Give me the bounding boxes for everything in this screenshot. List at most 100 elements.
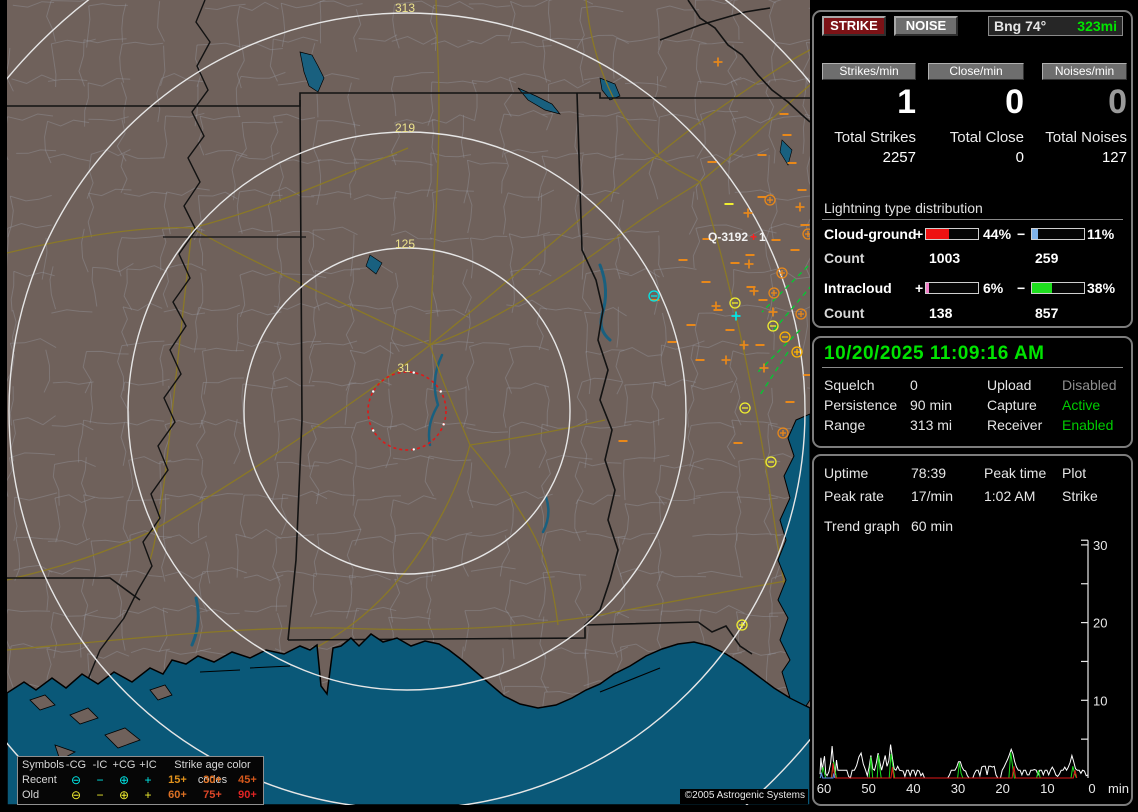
ring-label-31: 31 — [397, 361, 411, 375]
ring-dot — [372, 390, 375, 393]
nexstorm-window: 313 219 125 31 Q-3192 +1 Symbols -CG -IC … — [0, 0, 1138, 812]
ring-dot — [372, 429, 375, 432]
intracloud-count-row: Count 138 857 — [814, 305, 1131, 321]
y-tick-label: 20 — [1093, 616, 1107, 631]
x-tick-label: 10 — [1040, 781, 1054, 796]
y-tick-label: 10 — [1093, 693, 1107, 708]
cg-plus-percent: 44% — [983, 226, 1012, 242]
strikes-per-min-button[interactable]: Strikes/min — [822, 63, 916, 80]
status-panel: 10/20/2025 11:09:16 AM Squelch 0 Upload … — [812, 336, 1133, 448]
plus-icon: + — [144, 773, 152, 787]
noises-per-min-column: Noises/min 0 Total Noises 127 — [1042, 63, 1127, 166]
trend-series-strike-rate-neg-ic — [819, 752, 1077, 779]
close-per-min-column: Close/min 0 Total Close 0 — [928, 63, 1024, 166]
noises-per-min-value: 0 — [1108, 83, 1127, 121]
squelch-value: 0 — [910, 377, 918, 393]
close-per-min-button[interactable]: Close/min — [928, 63, 1024, 80]
minus-sign: − — [1017, 226, 1026, 242]
legend-recent-row: Recent ⊖ − ⊕ + 15+ 30+ 45+ — [18, 773, 263, 788]
minus-sign: − — [1017, 280, 1026, 296]
total-strikes-label: Total Strikes — [834, 129, 916, 146]
ic-minus-count: 857 — [1035, 305, 1059, 321]
ic-plus-percent: 6% — [983, 280, 1004, 296]
total-noises-value: 127 — [1101, 149, 1127, 166]
receiver-value: Enabled — [1062, 417, 1114, 433]
datetime-display: 10/20/2025 11:09:16 AM — [824, 343, 1045, 364]
intracloud-label: Intracloud — [824, 280, 892, 296]
cg-plus-count: 1003 — [929, 250, 961, 266]
plus-sign: + — [915, 280, 924, 296]
squelch-label: Squelch — [824, 377, 875, 393]
strike-counter-panel: STRIKE NOISE Bng 74° 323mi Strikes/min 1… — [812, 10, 1133, 328]
age-30: 30+ — [203, 774, 222, 786]
ic-plus-count: 138 — [929, 305, 953, 321]
noises-per-min-button[interactable]: Noises/min — [1042, 63, 1127, 80]
range-value: 323mi — [1077, 18, 1117, 34]
age-90: 90+ — [238, 789, 257, 801]
circle-minus-icon: ⊖ — [70, 788, 82, 802]
cg-plus-bar — [925, 228, 979, 240]
capture-value: Active — [1062, 397, 1101, 413]
legend-header-row: Symbols -CG -IC +CG +IC Strike age color… — [18, 758, 263, 786]
x-tick-label: 20 — [995, 781, 1009, 796]
strikes-per-min-column: Strikes/min 1 Total Strikes 2257 — [822, 63, 916, 166]
age-45: 45+ — [238, 774, 257, 786]
range-label: Range — [824, 417, 866, 433]
circle-minus-icon: ⊖ — [70, 773, 82, 787]
minus-icon: − — [96, 773, 104, 787]
bearing-value: Bng 74° — [994, 18, 1047, 34]
close-per-min-value: 0 — [1005, 83, 1024, 121]
legend-old-row: Old ⊖ − ⊕ + 60+ 75+ 90+ — [18, 788, 263, 803]
persistence-label: Persistence — [824, 397, 898, 413]
intracloud-row: Intracloud + 6% − 38% — [814, 280, 1131, 296]
ring-dot — [439, 390, 442, 393]
x-tick-label: 60 — [817, 781, 831, 796]
plus-sign: + — [915, 226, 924, 242]
x-tick-label: 30 — [951, 781, 965, 796]
persistence-value: 90 min — [910, 397, 953, 413]
ic-plus-bar — [925, 282, 979, 294]
y-tick-label: 30 — [1093, 538, 1107, 553]
ring-dot — [442, 423, 445, 426]
map-legend: Symbols -CG -IC +CG +IC Strike age color… — [17, 756, 264, 805]
circle-plus-icon: ⊕ — [118, 788, 130, 802]
total-noises-label: Total Noises — [1045, 129, 1127, 146]
receiver-label: Receiver — [987, 417, 1043, 433]
range-value: 313 mi — [910, 417, 953, 433]
noise-mode-button[interactable]: NOISE — [894, 16, 958, 36]
total-strikes-value: 2257 — [882, 149, 916, 166]
ring-label-313: 313 — [395, 1, 415, 15]
bearing-range-display: Bng 74° 323mi — [988, 16, 1123, 36]
cloud-ground-count-row: Count 1003 259 — [814, 250, 1131, 266]
ring-label-125: 125 — [395, 237, 415, 251]
legend-old-label: Old — [22, 789, 40, 801]
trend-graph: 10 20 30 60 50 40 30 20 10 0 min — [817, 538, 1129, 796]
cloud-ground-label: Cloud-ground — [824, 226, 917, 242]
strikes-per-min-value: 1 — [897, 83, 916, 121]
upload-value: Disabled — [1062, 377, 1117, 393]
trend-series-strike-rate-total — [819, 744, 1089, 779]
x-axis-unit: min — [1108, 781, 1129, 796]
age-75: 75+ — [203, 789, 222, 801]
ring-dot — [412, 448, 415, 451]
x-tick-label: 50 — [861, 781, 875, 796]
capture-label: Capture — [987, 397, 1037, 413]
cg-minus-percent: 11% — [1087, 226, 1115, 242]
total-close-label: Total Close — [949, 129, 1024, 146]
lightning-map[interactable]: 313 219 125 31 Q-3192 +1 Symbols -CG -IC … — [7, 0, 810, 805]
ic-minus-percent: 38% — [1087, 280, 1116, 296]
circle-plus-icon: ⊕ — [118, 773, 130, 787]
ic-minus-bar — [1031, 282, 1085, 294]
ring-label-219: 219 — [395, 121, 415, 135]
total-close-value: 0 — [1015, 149, 1024, 166]
strike-mode-button[interactable]: STRIKE — [822, 16, 886, 36]
upload-label: Upload — [987, 377, 1032, 393]
age-15: 15+ — [168, 774, 187, 786]
minus-icon: − — [96, 788, 104, 802]
x-tick-label: 0 — [1088, 781, 1095, 796]
divider — [822, 367, 1123, 368]
distribution-title: Lightning type distribution — [824, 200, 983, 216]
ring-dot — [412, 371, 415, 374]
copyright-notice: ©2005 Astrogenic Systems — [680, 789, 808, 804]
settings-grid: Squelch 0 Upload Disabled Persistence 90… — [824, 377, 1122, 437]
